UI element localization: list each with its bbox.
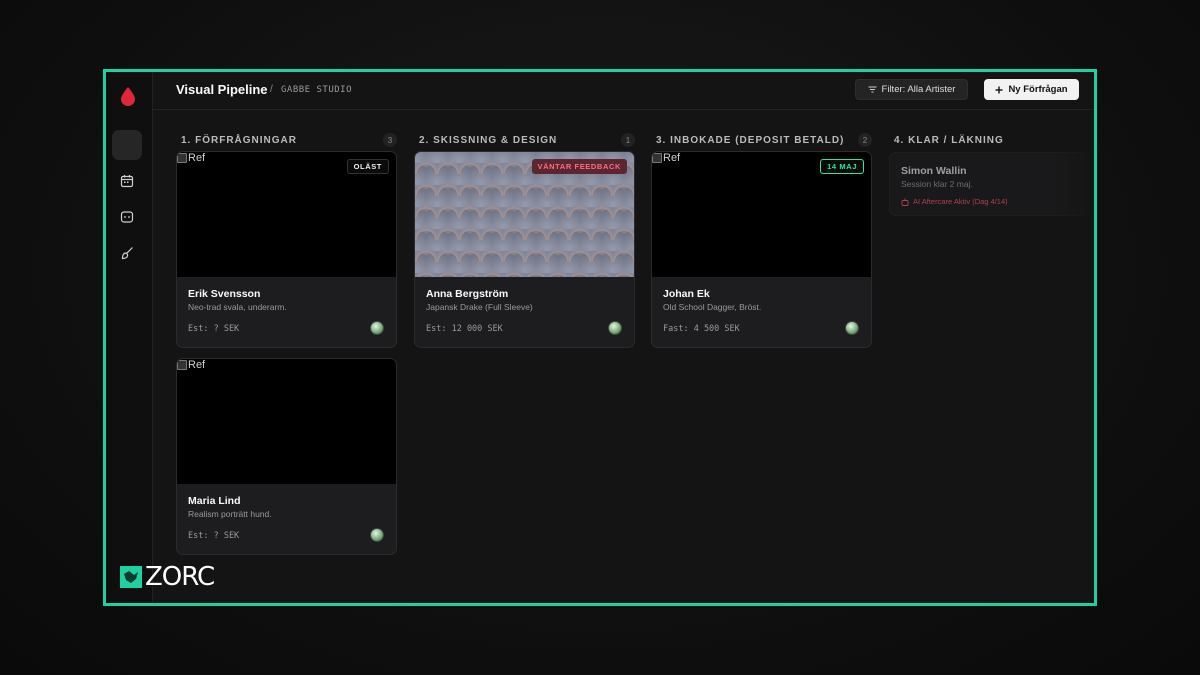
status-badge: OLÄST: [346, 159, 389, 174]
sketch-preview-image: VÄNTAR FEEDBACK: [415, 152, 634, 277]
card-maria-lind[interactable]: Ref Maria Lind Realism porträtt hund. Es…: [176, 358, 397, 555]
filter-label: Filter: Alla Artister: [881, 84, 956, 95]
column-count: 2: [858, 133, 872, 147]
column-inquiries: 1. FÖRFRÅGNINGAR 3 Ref OLÄST Erik Svenss…: [176, 132, 397, 555]
column-booked: 3. INBOKADE (DEPOSIT BETALD) 2 Ref 14 MA…: [651, 132, 872, 348]
price-estimate: Est: ? SEK: [188, 531, 240, 541]
top-bar: Visual Pipeline / GABBE STUDIO Filter: A…: [153, 72, 1094, 110]
aftercare-label: AI Aftercare Aktiv (Dag 4/14): [913, 197, 1008, 206]
robot-icon: [901, 198, 909, 206]
tattoo-description: Realism porträtt hund.: [188, 509, 272, 519]
artist-avatar: [370, 321, 384, 335]
broken-image-alt: Ref: [177, 152, 205, 164]
chat-icon: [120, 211, 134, 223]
sidebar: [106, 72, 153, 603]
column-title: 1. FÖRFRÅGNINGAR: [181, 135, 297, 146]
tattoo-description: Neo-trad svala, underarm.: [188, 302, 287, 312]
price-estimate: Est: 12 000 SEK: [426, 324, 503, 334]
new-request-button[interactable]: Ny Förfrågan: [984, 79, 1079, 100]
client-name: Erik Svensson: [188, 288, 261, 300]
tattoo-description: Old School Dagger, Bröst.: [663, 302, 762, 312]
aftercare-status: AI Aftercare Aktiv (Dag 4/14): [901, 197, 1008, 206]
filter-icon: [868, 86, 877, 93]
broken-image-alt: Ref: [177, 359, 205, 371]
calendar-icon: [120, 175, 134, 188]
page-title: Visual Pipeline: [176, 82, 268, 97]
drop-logo-icon: [121, 87, 135, 106]
new-request-label: Ny Förfrågan: [1008, 84, 1068, 95]
column-title: 4. KLAR / LÄKNING: [894, 135, 1004, 146]
client-name: Maria Lind: [188, 495, 241, 507]
card-anna-bergstrom[interactable]: VÄNTAR FEEDBACK Anna Bergström Japansk D…: [414, 151, 635, 348]
brush-icon: [121, 247, 133, 260]
column-title: 3. INBOKADE (DEPOSIT BETALD): [656, 135, 845, 146]
price-estimate: Est: ? SEK: [188, 324, 240, 334]
card-johan-ek[interactable]: Ref 14 MAJ Johan Ek Old School Dagger, B…: [651, 151, 872, 348]
column-header: 3. INBOKADE (DEPOSIT BETALD) 2: [651, 132, 872, 152]
tattoo-description: Japansk Drake (Full Sleeve): [426, 302, 533, 312]
zorc-logo-icon: [120, 566, 142, 588]
price-fixed: Fast: 4 500 SEK: [663, 324, 740, 334]
column-title: 2. SKISSNING & DESIGN: [419, 135, 558, 146]
broken-image-icon: [177, 153, 187, 163]
date-badge: 14 MAJ: [820, 159, 864, 174]
main-area: Visual Pipeline / GABBE STUDIO Filter: A…: [153, 72, 1094, 603]
sidebar-item-home[interactable]: [112, 130, 142, 160]
broken-image-icon: [652, 153, 662, 163]
app-window: Visual Pipeline / GABBE STUDIO Filter: A…: [103, 69, 1097, 606]
client-name: Johan Ek: [663, 288, 710, 300]
filter-button[interactable]: Filter: Alla Artister: [855, 79, 968, 100]
card-erik-svensson[interactable]: Ref OLÄST Erik Svensson Neo-trad svala, …: [176, 151, 397, 348]
column-header: 2. SKISSNING & DESIGN 1: [414, 132, 635, 152]
column-header: 1. FÖRFRÅGNINGAR 3: [176, 132, 397, 152]
column-count: 3: [383, 133, 397, 147]
overflow-fade: [1054, 112, 1094, 603]
zorc-wordmark: ZORC: [145, 562, 215, 592]
plus-icon: [995, 86, 1003, 93]
session-note: Session klar 2 maj.: [901, 179, 973, 189]
artist-avatar: [608, 321, 622, 335]
status-badge: VÄNTAR FEEDBACK: [531, 159, 627, 174]
sidebar-item-calendar[interactable]: [112, 166, 142, 196]
broken-image-alt: Ref: [652, 152, 680, 164]
artist-avatar: [370, 528, 384, 542]
zorc-watermark: ZORC: [120, 562, 215, 592]
sidebar-item-brush[interactable]: [112, 238, 142, 268]
reference-image: Ref OLÄST: [177, 152, 396, 277]
sidebar-item-chat[interactable]: [112, 202, 142, 232]
broken-image-icon: [177, 360, 187, 370]
column-sketching: 2. SKISSNING & DESIGN 1 VÄNTAR FEEDBACK …: [414, 132, 635, 348]
column-count: 1: [621, 133, 635, 147]
client-name: Simon Wallin: [901, 165, 967, 177]
client-name: Anna Bergström: [426, 288, 509, 300]
reference-image: Ref: [177, 359, 396, 484]
reference-image: Ref 14 MAJ: [652, 152, 871, 277]
breadcrumb-studio[interactable]: GABBE STUDIO: [281, 85, 352, 95]
breadcrumb-separator: /: [270, 84, 273, 95]
artist-avatar: [845, 321, 859, 335]
